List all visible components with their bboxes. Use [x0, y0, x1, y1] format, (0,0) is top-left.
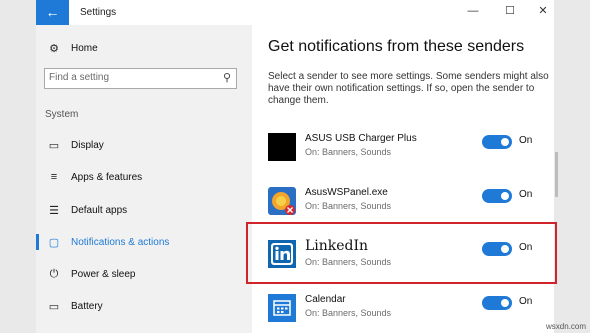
highlight-box	[246, 222, 557, 284]
sidebar-item-apps-features[interactable]: ≡ Apps & features	[46, 166, 142, 188]
minimize-button[interactable]: —	[466, 4, 480, 18]
sidebar-item-label: Battery	[71, 300, 103, 312]
sidebar-item-power-sleep[interactable]: ⏻ Power & sleep	[46, 263, 136, 285]
toggle-knob	[501, 138, 509, 146]
sender-status: On: Banners, Sounds	[305, 201, 392, 211]
search-input[interactable]: Find a setting	[49, 72, 109, 83]
arrow-left-icon: ←	[45, 4, 60, 20]
watermark: wsxdn.com	[545, 322, 586, 331]
toggle-knob	[501, 192, 509, 200]
sidebar-item-battery[interactable]: ▭ Battery	[46, 295, 103, 317]
toggle-switch[interactable]	[482, 296, 512, 310]
maximize-icon: ☐	[505, 5, 515, 17]
sender-name: Calendar	[305, 294, 346, 305]
sidebar-item-notifications[interactable]: ▢ Notifications & actions	[46, 231, 170, 253]
window-title: Settings	[80, 7, 117, 18]
sidebar-item-label: Default apps	[71, 204, 128, 216]
toggle-label: On	[519, 189, 533, 200]
monitor-icon: ▭	[48, 139, 60, 152]
sender-name: ASUS USB Charger Plus	[305, 133, 417, 144]
maximize-button[interactable]: ☐	[503, 4, 517, 18]
sidebar-item-display[interactable]: ▭ Display	[46, 134, 104, 156]
scrollbar[interactable]	[555, 152, 558, 197]
notification-icon: ▢	[48, 236, 60, 249]
sender-row-asuswspanel[interactable]: AsusWSPanel.exe On: Banners, Sounds On	[268, 183, 543, 223]
sidebar: ⚙ Home Find a setting ⚲ System ▭ Display…	[36, 25, 252, 333]
sender-name: AsusWSPanel.exe	[305, 187, 388, 198]
battery-icon: ▭	[48, 300, 60, 313]
asuswspanel-icon	[268, 187, 296, 215]
search-box[interactable]: Find a setting ⚲	[44, 68, 237, 89]
home-link[interactable]: ⚙ Home	[46, 37, 98, 59]
toggle-switch[interactable]	[482, 135, 512, 149]
sender-row-asus-usb[interactable]: ASUS USB Charger Plus On: Banners, Sound…	[268, 129, 543, 169]
search-icon[interactable]: ⚲	[223, 71, 231, 84]
selection-indicator	[36, 234, 39, 250]
section-label: System	[45, 109, 79, 120]
sidebar-item-label: Power & sleep	[71, 268, 136, 280]
close-button[interactable]: ✕	[536, 4, 550, 18]
sender-status: On: Banners, Sounds	[305, 308, 392, 318]
sidebar-item-default-apps[interactable]: ☰ Default apps	[46, 199, 127, 221]
default-apps-icon: ☰	[49, 204, 59, 217]
description-text: Select a sender to see more settings. So…	[268, 71, 549, 106]
list-icon: ≡	[50, 171, 58, 183]
gear-icon: ⚙	[49, 42, 59, 55]
toggle-label: On	[519, 296, 533, 307]
app-icon-black	[268, 133, 296, 161]
toggle-switch[interactable]	[482, 189, 512, 203]
main-content: Get notifications from these senders Sel…	[252, 25, 554, 333]
calendar-icon	[268, 294, 296, 322]
title-bar: ← Settings — ☐ ✕	[36, 0, 554, 25]
minimize-icon: —	[467, 5, 479, 17]
home-label: Home	[71, 42, 98, 54]
sender-row-calendar[interactable]: Calendar On: Banners, Sounds On	[268, 290, 543, 330]
sidebar-item-label: Apps & features	[71, 171, 143, 183]
toggle-label: On	[519, 135, 533, 146]
power-icon: ⏻	[49, 267, 59, 280]
sidebar-item-label: Display	[71, 139, 104, 151]
back-button[interactable]: ←	[36, 0, 69, 25]
sidebar-item-label: Notifications & actions	[71, 236, 170, 248]
sender-status: On: Banners, Sounds	[305, 147, 392, 157]
toggle-knob	[501, 299, 509, 307]
page-title: Get notifications from these senders	[268, 38, 525, 55]
close-icon: ✕	[538, 5, 548, 17]
